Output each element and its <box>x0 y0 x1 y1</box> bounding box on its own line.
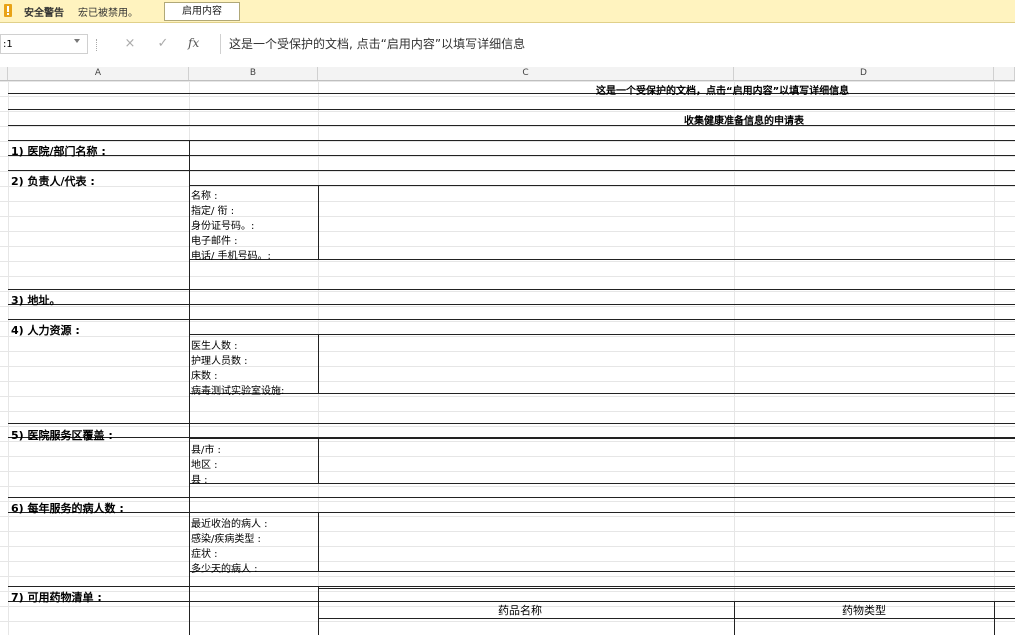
column-header-a[interactable]: A <box>8 67 189 80</box>
section-5-label: 5) 医院服务区覆盖 : <box>11 429 113 442</box>
insert-function-icon[interactable]: fx <box>188 36 199 50</box>
field-nurse-count: 护理人员数 : <box>191 356 248 367</box>
table-header-drug-name: 药品名称 <box>498 604 542 617</box>
field-region: 地区 : <box>191 460 218 471</box>
name-box[interactable]: :1 <box>0 34 88 54</box>
section-2-label: 2) 负责人/代表 : <box>11 175 95 188</box>
column-header-b[interactable]: B <box>189 67 318 80</box>
field-county: 县 : <box>191 475 208 486</box>
formula-bar: :1 × ✓ fx 这是一个受保护的文档, 点击“启用内容”以填写详细信息 <box>0 30 1015 58</box>
select-all-corner[interactable] <box>0 67 8 80</box>
field-county-city: 县/市 : <box>191 445 221 456</box>
column-headers: A B C D <box>0 67 1015 81</box>
field-lab-facility: 病毒测试实验室设施: <box>191 386 285 397</box>
field-doctor-count: 医生人数 : <box>191 341 238 352</box>
chevron-down-icon[interactable] <box>74 39 80 43</box>
cancel-icon[interactable]: × <box>120 36 140 52</box>
formula-input[interactable]: 这是一个受保护的文档, 点击“启用内容”以填写详细信息 <box>220 34 1015 54</box>
section-3-label: 3) 地址。 <box>11 294 61 307</box>
section-7-label: 7) 可用药物清单 : <box>11 591 102 604</box>
field-email: 电子邮件 : <box>191 236 238 247</box>
field-recent-patients: 最近收治的病人 : <box>191 519 268 530</box>
section-6-label: 6) 每年服务的病人数 : <box>11 502 124 515</box>
column-header-d[interactable]: D <box>734 67 994 80</box>
column-header-c[interactable]: C <box>318 67 734 80</box>
formula-bar-grip[interactable] <box>96 39 100 51</box>
security-warning-title: 安全警告 <box>24 8 64 19</box>
field-symptoms: 症状 : <box>191 549 218 560</box>
enter-icon[interactable]: ✓ <box>153 36 173 52</box>
shield-warning-icon <box>4 4 12 17</box>
field-patient-days: 多少天的病人 : <box>191 564 258 575</box>
section-4-label: 4) 人力资源 : <box>11 324 80 337</box>
security-warning-message: 宏已被禁用。 <box>78 8 138 19</box>
protected-notice: 这是一个受保护的文档，点击“启用内容”以填写详细信息 <box>596 86 850 97</box>
field-phone: 电话/ 手机号码。: <box>191 251 271 262</box>
field-title: 指定/ 衔 : <box>191 206 235 217</box>
column-header-e[interactable] <box>994 67 1015 80</box>
field-infection-type: 感染/疾病类型 : <box>191 534 261 545</box>
spreadsheet-grid[interactable]: 这是一个受保护的文档，点击“启用内容”以填写详细信息 收集健康准备信息的申请表 … <box>0 81 1015 635</box>
form-title: 收集健康准备信息的申请表 <box>684 116 804 127</box>
enable-content-button[interactable]: 启用内容 <box>164 2 240 21</box>
table-header-drug-type: 药物类型 <box>842 604 886 617</box>
section-1-label: 1) 医院/部门名称 : <box>11 145 106 158</box>
field-name: 名称 : <box>191 191 218 202</box>
security-warning-bar: 安全警告 宏已被禁用。 启用内容 <box>0 0 1015 23</box>
field-id-number: 身份证号码。: <box>191 221 255 232</box>
field-bed-count: 床数 : <box>191 371 218 382</box>
